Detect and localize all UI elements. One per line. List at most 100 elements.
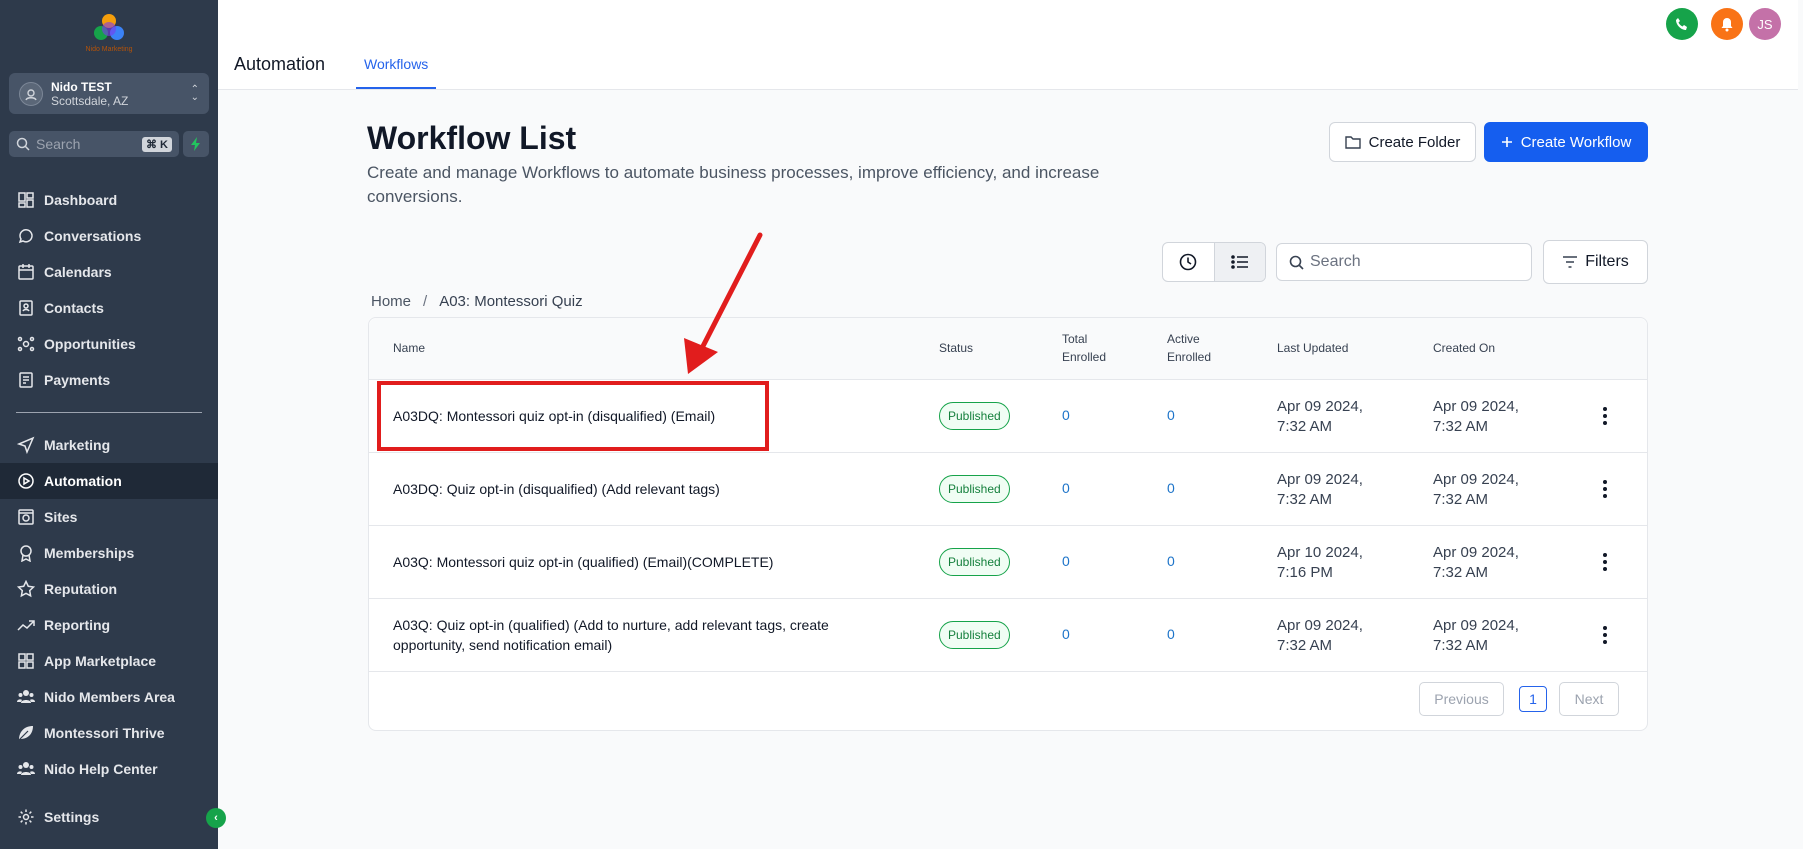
create-folder-button[interactable]: Create Folder xyxy=(1329,122,1476,162)
create-workflow-label: Create Workflow xyxy=(1520,133,1632,151)
sidebar-item-settings[interactable]: Settings xyxy=(0,799,218,835)
total-enrolled[interactable]: 0 xyxy=(1062,626,1070,642)
grid-icon xyxy=(18,653,34,669)
clock-icon xyxy=(1179,253,1197,271)
last-updated: Apr 09 2024, 7:32 AM xyxy=(1277,397,1363,437)
header-name[interactable]: Name xyxy=(393,339,425,357)
sidebar-item-app-marketplace[interactable]: App Marketplace xyxy=(0,643,218,679)
status-badge: Published xyxy=(939,402,1010,430)
sidebar-item-label: Reporting xyxy=(44,617,111,633)
sidebar-item-label: Contacts xyxy=(44,300,104,316)
user-avatar[interactable]: JS xyxy=(1749,8,1781,40)
sidebar-item-montessori-thrive[interactable]: Montessori Thrive xyxy=(0,715,218,751)
active-enrolled[interactable]: 0 xyxy=(1167,553,1175,569)
header-total-line2: Enrolled xyxy=(1062,350,1107,364)
company-logo[interactable]: Nido Marketing xyxy=(80,14,138,58)
sidebar-item-label: Nido Members Area xyxy=(44,689,175,705)
sidebar-search-placeholder: Search xyxy=(36,136,81,152)
sidebar-divider xyxy=(16,412,202,413)
last-updated: Apr 10 2024, 7:16 PM xyxy=(1277,543,1363,583)
sidebar-item-contacts[interactable]: Contacts xyxy=(0,290,218,326)
breadcrumb-current: A03: Montessori Quiz xyxy=(439,293,583,310)
header-created-on[interactable]: Created On xyxy=(1433,339,1495,357)
sidebar-search[interactable]: Search ⌘ K xyxy=(9,131,179,157)
sidebar-item-label: Settings xyxy=(44,809,100,825)
search-shortcut: ⌘ K xyxy=(142,136,172,152)
account-switcher[interactable]: Nido TEST Scottsdale, AZ ⌃ ⌄ xyxy=(9,73,209,114)
next-page-button[interactable]: Next xyxy=(1559,682,1619,716)
sidebar-item-sites[interactable]: Sites xyxy=(0,499,218,535)
table-row[interactable]: A03Q: Quiz opt-in (qualified) (Add to nu… xyxy=(369,599,1647,672)
notifications-button[interactable] xyxy=(1711,8,1743,40)
sidebar-item-reporting[interactable]: Reporting xyxy=(0,607,218,643)
sidebar-item-dashboard[interactable]: Dashboard xyxy=(0,182,218,218)
total-enrolled[interactable]: 0 xyxy=(1062,480,1070,496)
account-name: Nido TEST xyxy=(51,79,112,94)
more-options-icon[interactable] xyxy=(1597,550,1613,574)
updated-time: 7:32 AM xyxy=(1277,637,1333,654)
workflow-name[interactable]: A03DQ: Quiz opt-in (disqualified) (Add r… xyxy=(393,479,893,499)
breadcrumb-home[interactable]: Home xyxy=(371,293,411,310)
contacts-icon xyxy=(19,300,33,316)
sidebar-item-reputation[interactable]: Reputation xyxy=(0,571,218,607)
more-options-icon[interactable] xyxy=(1597,477,1613,501)
sidebar-item-opportunities[interactable]: Opportunities xyxy=(0,326,218,362)
list-view-button[interactable] xyxy=(1213,243,1265,281)
header-last-updated[interactable]: Last Updated xyxy=(1277,339,1348,357)
total-enrolled[interactable]: 0 xyxy=(1062,407,1070,423)
workflow-name[interactable]: A03Q: Quiz opt-in (qualified) (Add to nu… xyxy=(393,615,883,655)
sidebar-bottom: Settings xyxy=(0,799,218,835)
total-enrolled[interactable]: 0 xyxy=(1062,553,1070,569)
last-updated: Apr 09 2024, 7:32 AM xyxy=(1277,470,1363,510)
sidebar-item-label: Reputation xyxy=(44,581,118,597)
quick-action-button[interactable] xyxy=(183,131,209,157)
search-icon xyxy=(16,137,30,151)
sidebar-item-nido-members-area[interactable]: Nido Members Area xyxy=(0,679,218,715)
active-enrolled[interactable]: 0 xyxy=(1167,480,1175,496)
sidebar-item-memberships[interactable]: Memberships xyxy=(0,535,218,571)
more-options-icon[interactable] xyxy=(1597,404,1613,428)
page-number-button[interactable]: 1 xyxy=(1519,686,1547,712)
recent-view-button[interactable] xyxy=(1163,243,1214,281)
highlight-box xyxy=(377,381,769,451)
status-badge: Published xyxy=(939,621,1010,649)
breadcrumb-separator: / xyxy=(423,293,428,310)
active-enrolled[interactable]: 0 xyxy=(1167,407,1175,423)
header-total-line1: Total xyxy=(1062,332,1088,346)
created-date: Apr 09 2024, xyxy=(1433,617,1519,634)
workflow-table: Name Status Total Enrolled Active Enrolled… xyxy=(368,317,1648,731)
sidebar-item-conversations[interactable]: Conversations xyxy=(0,218,218,254)
top-bar: Automation Workflows JS xyxy=(218,0,1798,90)
sidebar-item-automation[interactable]: Automation xyxy=(0,463,218,499)
workflow-search-input[interactable]: Search xyxy=(1276,243,1532,281)
previous-page-button[interactable]: Previous xyxy=(1419,682,1504,716)
workflow-name[interactable]: A03Q: Montessori quiz opt-in (qualified)… xyxy=(393,552,893,572)
page-subtitle: Create and manage Workflows to automate … xyxy=(367,163,1100,206)
created-date: Apr 09 2024, xyxy=(1433,544,1519,561)
created-time: 7:32 AM xyxy=(1433,491,1489,508)
calendar-icon xyxy=(18,264,34,280)
header-total-enrolled[interactable]: Total Enrolled xyxy=(1062,330,1106,366)
sidebar-item-label: Opportunities xyxy=(44,336,136,352)
sidebar-item-marketing[interactable]: Marketing xyxy=(0,427,218,463)
more-options-icon[interactable] xyxy=(1597,623,1613,647)
phone-button[interactable] xyxy=(1666,8,1698,40)
table-row[interactable]: A03DQ: Quiz opt-in (disqualified) (Add r… xyxy=(369,453,1647,526)
filters-button[interactable]: Filters xyxy=(1543,240,1648,284)
location-icon xyxy=(19,81,43,106)
created-time: 7:32 AM xyxy=(1433,637,1489,654)
active-enrolled[interactable]: 0 xyxy=(1167,626,1175,642)
sidebar-item-nido-help-center[interactable]: Nido Help Center xyxy=(0,751,218,787)
created-time: 7:32 AM xyxy=(1433,564,1489,581)
header-active-enrolled[interactable]: Active Enrolled xyxy=(1167,330,1211,366)
sidebar-item-payments[interactable]: Payments xyxy=(0,362,218,398)
collapse-sidebar-button[interactable]: ‹ xyxy=(206,808,226,828)
create-workflow-button[interactable]: Create Workflow xyxy=(1484,122,1648,162)
tab-workflows[interactable]: Workflows xyxy=(356,46,437,89)
header-status[interactable]: Status xyxy=(939,339,973,357)
table-row[interactable]: A03Q: Montessori quiz opt-in (qualified)… xyxy=(369,526,1647,599)
sidebar-item-calendars[interactable]: Calendars xyxy=(0,254,218,290)
filters-label: Filters xyxy=(1585,253,1629,270)
users-icon xyxy=(17,762,35,775)
folder-icon xyxy=(1344,136,1361,149)
